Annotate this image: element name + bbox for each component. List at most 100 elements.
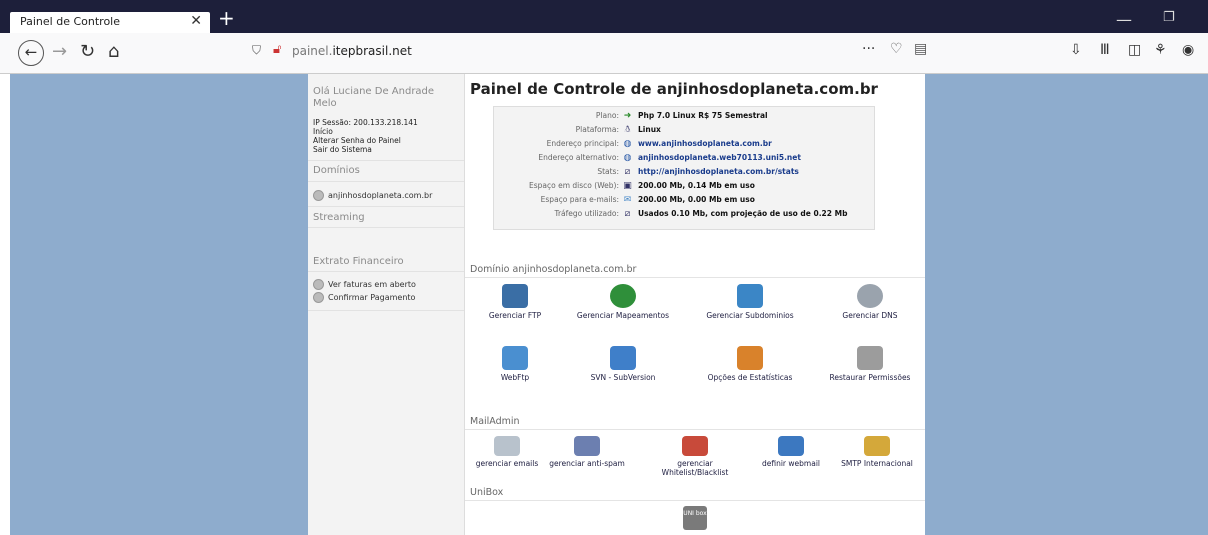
url-bar[interactable]: ⛉ 🔓︎ painel.itepbrasil.net ··· ♡ ▤	[240, 40, 940, 64]
info-row-endereco-principal: Endereço principal: ◍ www.anjinhosdoplan…	[494, 139, 874, 152]
antispam-icon	[574, 436, 600, 456]
button-label: Gerenciar FTP	[488, 311, 542, 320]
divider	[465, 277, 925, 278]
info-row-plataforma: Plataforma: 🐧︎ Linux	[494, 125, 874, 138]
button-label: SVN - SubVersion	[590, 373, 656, 382]
manage-whitelist-button[interactable]: gerenciar Whitelist/Blacklist	[655, 436, 735, 477]
info-row-emails: Espaço para e-mails: ✉ 200.00 Mb, 0.00 M…	[494, 195, 874, 208]
webftp-icon	[502, 346, 528, 370]
sidebar-icon[interactable]: ◫	[1128, 42, 1141, 58]
divider	[308, 271, 464, 272]
browser-tab[interactable]: Painel de Controle ✕	[10, 12, 210, 33]
unibox-button[interactable]: UNI box	[683, 506, 707, 530]
home-button[interactable]: ⌂	[108, 41, 119, 62]
domain-section-heading: Domínio anjinhosdoplaneta.com.br	[470, 264, 637, 275]
close-tab-icon[interactable]: ✕	[190, 13, 202, 29]
webftp-button[interactable]: WebFtp	[465, 346, 565, 382]
manage-ftp-button[interactable]: Gerenciar FTP	[465, 284, 565, 320]
button-label: gerenciar anti-spam	[549, 459, 625, 468]
info-value: Php 7.0 Linux R$ 75 Semestral	[638, 111, 768, 120]
domain-link[interactable]: anjinhosdoplaneta.com.br	[313, 190, 432, 201]
left-sidebar: Olá Luciane De Andrade Melo IP Sessão: 2…	[308, 74, 465, 535]
greeting: Olá Luciane De Andrade Melo	[313, 86, 435, 109]
extrato-heading: Extrato Financeiro	[313, 256, 404, 267]
insecure-lock-icon[interactable]: 🔓︎	[273, 42, 281, 57]
manage-emails-button[interactable]: gerenciar emails	[467, 436, 547, 468]
dominios-heading: Domínios	[313, 165, 360, 176]
info-label: Plataforma:	[575, 125, 619, 134]
stats-link[interactable]: http://anjinhosdoplaneta.com.br/stats	[638, 167, 799, 176]
maximize-icon[interactable]: ❐	[1163, 10, 1175, 25]
smtp-icon	[864, 436, 890, 456]
button-label: WebFtp	[500, 373, 530, 382]
link-faturas[interactable]: Ver faturas em aberto	[313, 279, 416, 290]
button-label: Restaurar Permissões	[829, 373, 911, 382]
info-label: Espaço em disco (Web):	[529, 181, 619, 190]
info-label: Stats:	[597, 167, 619, 176]
info-row-endereco-alternativo: Endereço alternativo: ◍ anjinhosdoplanet…	[494, 153, 874, 166]
whitelist-icon	[682, 436, 708, 456]
button-label: Gerenciar DNS	[842, 311, 898, 320]
manage-antispam-button[interactable]: gerenciar anti-spam	[547, 436, 627, 468]
link-confirmar-pagamento[interactable]: Confirmar Pagamento	[313, 292, 415, 303]
divider	[465, 500, 925, 501]
new-tab-button[interactable]: +	[218, 6, 235, 30]
manage-mappings-button[interactable]: Gerenciar Mapeamentos	[573, 284, 673, 320]
button-label: definir webmail	[762, 459, 820, 468]
minimize-icon[interactable]: —	[1116, 10, 1132, 29]
svn-button[interactable]: SVN - SubVersion	[573, 346, 673, 382]
arrow-icon: ➜	[623, 111, 632, 121]
unibox-section-heading: UniBox	[470, 487, 504, 498]
main-address-link[interactable]: www.anjinhosdoplaneta.com.br	[638, 139, 772, 148]
mail-icon: ✉	[623, 195, 632, 205]
link-logout[interactable]: Sair do Sistema	[313, 145, 372, 154]
traffic-icon: ⧄	[624, 209, 631, 219]
button-label: Gerenciar Mapeamentos	[576, 311, 670, 320]
page-actions-icon[interactable]: ···	[862, 41, 875, 57]
info-row-stats: Stats: ⧄ http://anjinhosdoplaneta.com.br…	[494, 167, 874, 180]
info-value: 200.00 Mb, 0.14 Mb em uso	[638, 181, 755, 190]
subdomain-icon	[737, 284, 763, 308]
streaming-heading: Streaming	[313, 212, 365, 223]
back-button[interactable]: ←	[18, 40, 44, 66]
dns-icon	[857, 284, 883, 308]
mail-section-heading: MailAdmin	[470, 416, 520, 427]
define-webmail-button[interactable]: definir webmail	[751, 436, 831, 468]
pocket-icon[interactable]: ♡	[890, 41, 903, 57]
button-label: Gerenciar Subdominios	[706, 311, 794, 320]
shield-icon[interactable]: ⛉	[252, 43, 261, 58]
downloads-icon[interactable]: ⇩	[1070, 42, 1082, 58]
link-change-password[interactable]: Alterar Senha do Painel	[313, 136, 401, 145]
permissions-icon	[857, 346, 883, 370]
manage-subdomains-button[interactable]: Gerenciar Subdominios	[700, 284, 800, 320]
restore-permissions-button[interactable]: Restaurar Permissões	[820, 346, 920, 382]
reader-view-icon[interactable]: ▤	[914, 41, 927, 57]
alt-address-link[interactable]: anjinhosdoplaneta.web70113.uni5.net	[638, 153, 801, 162]
svn-icon	[610, 346, 636, 370]
stats-options-button[interactable]: Opções de Estatísticas	[700, 346, 800, 382]
info-label: Plano:	[595, 111, 619, 120]
divider	[308, 310, 464, 311]
library-icon[interactable]: Ⅲ	[1100, 42, 1110, 58]
page-content: Olá Luciane De Andrade Melo IP Sessão: 2…	[10, 74, 1208, 535]
forward-button[interactable]: →	[52, 41, 67, 62]
bullet-icon	[313, 279, 324, 290]
ftp-icon	[502, 284, 528, 308]
info-row-plano: Plano: ➜ Php 7.0 Linux R$ 75 Semestral	[494, 111, 874, 124]
manage-dns-button[interactable]: Gerenciar DNS	[820, 284, 920, 320]
button-label: SMTP Internacional	[841, 459, 913, 468]
info-row-trafego: Tráfego utilizado: ⧄ Usados 0.10 Mb, com…	[494, 209, 874, 222]
info-label: Espaço para e-mails:	[540, 195, 619, 204]
reload-button[interactable]: ↻	[80, 41, 95, 62]
globe-icon: ◍	[623, 153, 632, 163]
info-label: Endereço alternativo:	[538, 153, 619, 162]
url-text[interactable]: painel.itepbrasil.net	[292, 44, 412, 58]
divider	[308, 160, 464, 161]
ip-session: IP Sessão: 200.133.218.141	[313, 118, 418, 127]
disk-icon: ▣	[623, 181, 632, 191]
link-inicio[interactable]: Início	[313, 127, 333, 136]
extension-icon[interactable]: ⚘	[1154, 42, 1167, 58]
page-title: Painel de Controle de anjinhosdoplaneta.…	[470, 80, 878, 98]
smtp-international-button[interactable]: SMTP Internacional	[837, 436, 917, 468]
account-icon[interactable]: ◉	[1182, 42, 1194, 58]
